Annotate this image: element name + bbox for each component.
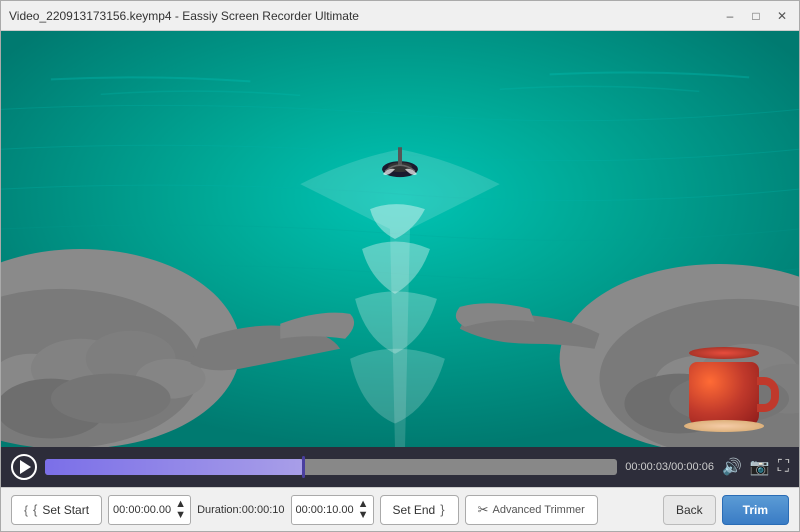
title-bar: Video_220913173156.keymp4 - Eassiy Scree… <box>1 1 799 31</box>
bottom-toolbar: { Set Start 00:00:00.00 ▲ ▼ Duration:00:… <box>1 487 799 531</box>
end-time-value: 00:00:10.00 <box>296 504 354 516</box>
advanced-trimmer-button[interactable]: ✂ Advanced Trimmer <box>465 495 598 525</box>
trim-button[interactable]: Trim <box>722 495 789 525</box>
video-frame <box>1 31 799 447</box>
play-icon <box>20 460 31 474</box>
start-time-up[interactable]: ▲ <box>175 499 186 510</box>
timeline-thumb <box>302 456 305 478</box>
duration-label: Duration:00:00:10 <box>197 504 284 516</box>
video-content <box>1 31 799 447</box>
timeline-fill <box>45 459 303 475</box>
end-time-up[interactable]: ▲ <box>358 499 369 510</box>
set-end-label: Set End <box>393 503 436 517</box>
time-display: 00:00:03/00:00:06 <box>625 461 714 473</box>
end-time-down[interactable]: ▼ <box>358 510 369 521</box>
close-button[interactable]: ✕ <box>773 7 791 25</box>
start-time-value: 00:00:00.00 <box>113 504 171 516</box>
advanced-label: Advanced Trimmer <box>492 504 584 516</box>
window-title: Video_220913173156.keymp4 - Eassiy Scree… <box>9 9 721 23</box>
set-start-button[interactable]: { Set Start <box>11 495 102 525</box>
set-end-button[interactable]: Set End } <box>380 495 459 525</box>
set-end-bracket: } <box>440 502 444 517</box>
controls-bar: 00:00:03/00:00:06 🔊 📷 ⛶ <box>1 447 799 487</box>
scissors-icon: ✂ <box>478 502 489 518</box>
back-button[interactable]: Back <box>663 495 716 525</box>
play-button[interactable] <box>11 454 37 480</box>
window-controls: – □ ✕ <box>721 7 791 25</box>
volume-icon[interactable]: 🔊 <box>722 457 742 477</box>
trim-label: Trim <box>743 503 768 517</box>
app-window: Video_220913173156.keymp4 - Eassiy Scree… <box>0 0 800 532</box>
time-current: 00:00:03 <box>625 461 668 473</box>
set-start-label: Set Start <box>42 503 89 517</box>
set-start-bracket: { <box>33 502 37 517</box>
start-time-arrows[interactable]: ▲ ▼ <box>175 499 186 521</box>
mug-body <box>689 362 759 427</box>
back-label: Back <box>676 503 703 517</box>
mug-overlay <box>689 347 779 427</box>
timeline[interactable] <box>45 459 617 475</box>
camera-icon[interactable]: 📷 <box>750 457 770 477</box>
end-time-arrows[interactable]: ▲ ▼ <box>358 499 369 521</box>
maximize-button[interactable]: □ <box>747 7 765 25</box>
end-time-input[interactable]: 00:00:10.00 ▲ ▼ <box>291 495 374 525</box>
start-time-down[interactable]: ▼ <box>175 510 186 521</box>
start-time-input[interactable]: 00:00:00.00 ▲ ▼ <box>108 495 191 525</box>
fullscreen-icon[interactable]: ⛶ <box>778 458 789 476</box>
time-total: 00:00:06 <box>671 461 714 473</box>
minimize-button[interactable]: – <box>721 7 739 25</box>
mug-rim <box>689 347 759 359</box>
mug-handle <box>757 377 779 412</box>
video-area <box>1 31 799 447</box>
mug-plate <box>684 420 764 432</box>
